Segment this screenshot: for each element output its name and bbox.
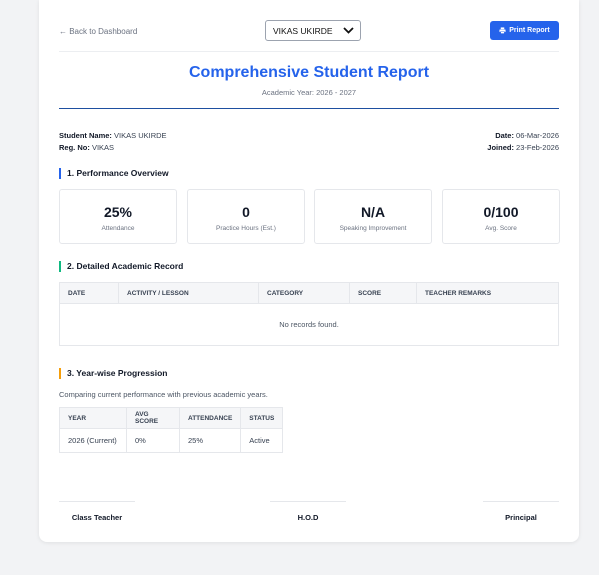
- reg-no-value: VIKAS: [91, 143, 115, 152]
- col-score: SCORE: [349, 282, 417, 304]
- chevron-down-icon: [343, 27, 354, 34]
- section-performance-overview: 1. Performance Overview: [59, 168, 169, 179]
- stat-label: Avg. Score: [485, 225, 517, 232]
- stat-card-practice-hours: 0 Practice Hours (Est.): [187, 189, 305, 244]
- print-report-label: Print Report: [509, 27, 550, 34]
- stat-label: Practice Hours (Est.): [216, 225, 276, 232]
- joined-row: Joined: 23-Feb-2026: [487, 143, 559, 152]
- cell-avg-score: 0%: [126, 428, 180, 453]
- col-avg-score: AVG SCORE: [126, 407, 180, 429]
- stat-value: 0: [242, 204, 250, 220]
- cell-year: 2026 (Current): [59, 428, 127, 453]
- table-row: No records found.: [59, 303, 559, 346]
- stat-value: 25%: [103, 204, 133, 220]
- stat-value: 0/100: [483, 204, 519, 220]
- signature-principal: Principal: [505, 513, 537, 522]
- reg-no-row: Reg. No: VIKAS: [59, 143, 114, 152]
- col-year: YEAR: [59, 407, 127, 429]
- year-progression-table: YEAR AVG SCORE ATTENDANCE STATUS 2026 (C…: [59, 407, 284, 453]
- reg-no-label: Reg. No:: [59, 143, 90, 152]
- student-name-value: VIKAS UKIRDE: [114, 131, 167, 140]
- student-select-value: VIKAS UKIRDE: [273, 25, 333, 36]
- stat-label: Attendance: [101, 225, 135, 232]
- progression-description: Comparing current performance with previ…: [59, 390, 268, 399]
- report-card: ← Back to Dashboard VIKAS UKIRDE Print R…: [39, 0, 579, 542]
- stat-card-speaking-improvement: N/A Speaking Improvement: [314, 189, 432, 244]
- signature-line-class-teacher: [59, 501, 135, 502]
- section-year-progression: 3. Year-wise Progression: [59, 368, 167, 379]
- col-activity: ACTIVITY / LESSON: [118, 282, 259, 304]
- col-attendance: ATTENDANCE: [178, 407, 242, 429]
- col-category: CATEGORY: [258, 282, 350, 304]
- report-title: Comprehensive Student Report: [188, 64, 430, 81]
- print-report-button[interactable]: Print Report: [490, 21, 559, 40]
- stat-label: Speaking Improvement: [339, 225, 407, 232]
- date-label: Date:: [495, 131, 514, 140]
- stat-value: N/A: [360, 204, 386, 220]
- joined-label: Joined:: [487, 143, 514, 152]
- cell-attendance: 25%: [178, 428, 242, 453]
- col-status: STATUS: [240, 407, 284, 429]
- signature-class-teacher: Class Teacher: [71, 513, 123, 522]
- date-value: 06-Mar-2026: [516, 131, 559, 140]
- student-name-row: Student Name: VIKAS UKIRDE: [59, 131, 167, 140]
- header-divider: [59, 51, 559, 52]
- col-date: DATE: [59, 282, 119, 304]
- back-to-dashboard-link[interactable]: ← Back to Dashboard: [59, 27, 137, 36]
- section-academic-record: 2. Detailed Academic Record: [59, 261, 183, 272]
- academic-record-table: DATE ACTIVITY / LESSON CATEGORY SCORE TE…: [59, 282, 559, 346]
- joined-value: 23-Feb-2026: [516, 143, 559, 152]
- date-row: Date: 06-Mar-2026: [495, 131, 559, 140]
- student-select[interactable]: VIKAS UKIRDE: [265, 20, 361, 41]
- empty-message: No records found.: [59, 303, 559, 346]
- signature-hod: H.O.D: [297, 513, 319, 522]
- table-row: 2026 (Current) 0% 25% Active: [59, 428, 284, 453]
- signature-line-principal: [483, 501, 559, 502]
- title-divider: [59, 108, 559, 109]
- stat-card-attendance: 25% Attendance: [59, 189, 177, 244]
- academic-year: Academic Year: 2026 - 2027: [261, 88, 357, 97]
- stat-card-avg-score: 0/100 Avg. Score: [442, 189, 560, 244]
- signature-line-hod: [270, 501, 346, 502]
- student-name-label: Student Name:: [59, 131, 112, 140]
- cell-status: Active: [240, 428, 284, 453]
- printer-icon: [499, 27, 506, 34]
- col-teacher-remarks: TEACHER REMARKS: [416, 282, 559, 304]
